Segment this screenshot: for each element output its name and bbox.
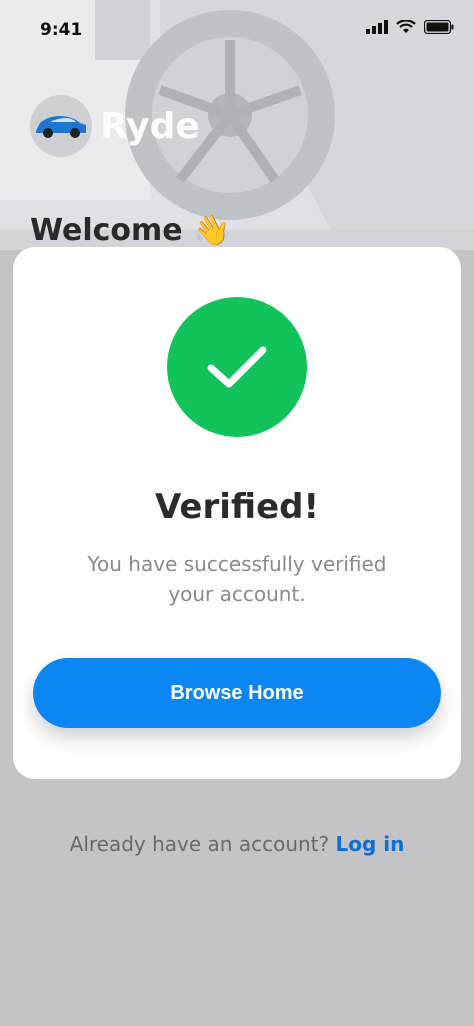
- check-icon: [207, 346, 267, 388]
- verification-success-screen: 9:41 Ryde Welcome 👋 Verified! You have s…: [0, 0, 474, 1026]
- brand-name: Ryde: [100, 105, 200, 147]
- wifi-icon: [396, 20, 416, 33]
- brand-header: Ryde: [30, 95, 200, 157]
- success-badge: [167, 297, 307, 437]
- login-link[interactable]: Log in: [335, 832, 404, 856]
- verified-modal: Verified! You have successfully verified…: [13, 247, 461, 779]
- modal-title: Verified!: [154, 487, 320, 527]
- login-prompt-text: Already have an account?: [69, 832, 330, 856]
- status-time: 9:41: [40, 20, 83, 40]
- signal-icon: [366, 20, 388, 34]
- wave-emoji: 👋: [193, 213, 231, 248]
- modal-subtitle: You have successfully verified your acco…: [87, 552, 387, 606]
- welcome-text: Welcome: [30, 213, 183, 248]
- car-icon: [36, 116, 86, 138]
- welcome-heading: Welcome 👋: [30, 213, 230, 248]
- battery-icon: [424, 20, 454, 34]
- login-prompt: Already have an account? Log in: [0, 832, 474, 856]
- status-bar: 9:41: [0, 0, 474, 60]
- browse-home-button[interactable]: Browse Home: [33, 658, 441, 728]
- brand-logo: [30, 95, 92, 157]
- status-icons: [366, 20, 454, 34]
